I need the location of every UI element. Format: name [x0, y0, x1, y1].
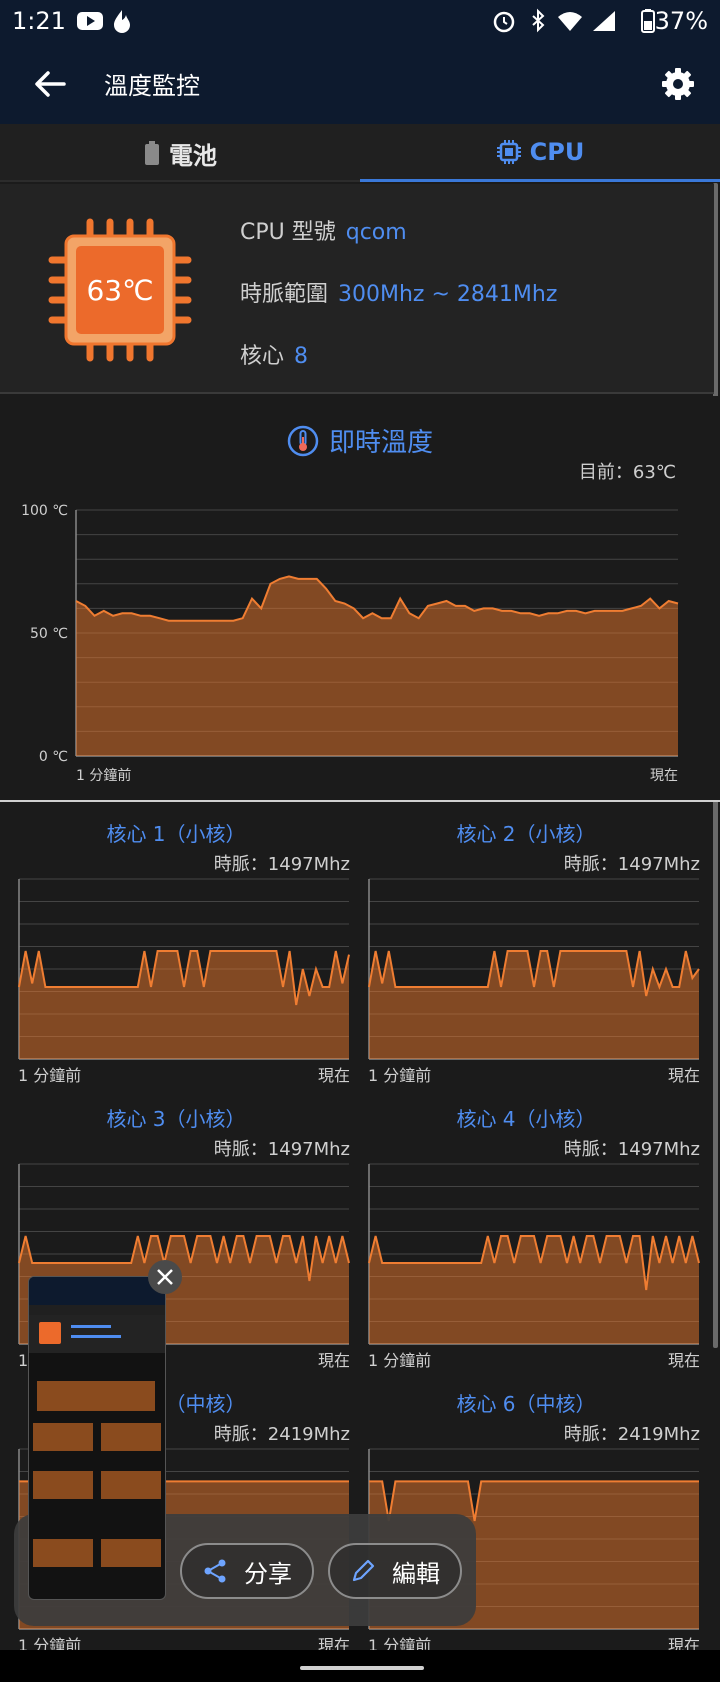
- home-gesture-handle[interactable]: [300, 1666, 424, 1670]
- core-frequency: 時脈：1497Mhz: [563, 1139, 700, 1160]
- clock-range-row: 時脈範圍 300Mhz ~ 2841Mhz: [240, 276, 557, 308]
- battery-percentage: 37%: [654, 7, 708, 35]
- page-title: 溫度監控: [104, 72, 200, 100]
- core-card-1: 核心 1（小核） 時脈：1497Mhz 1 分鐘前 現在: [0, 804, 352, 1088]
- core-1-chart-area: [19, 951, 349, 1059]
- chip-icon: [496, 139, 521, 164]
- core-frequency: 時脈：2419Mhz: [563, 1424, 700, 1445]
- cores-row: 核心 8: [240, 338, 308, 370]
- flame-icon: [114, 10, 130, 33]
- cpu-info-card: 63℃ CPU 型號 qcom 時脈範圍 300Mhz ~ 2841Mhz 核心 8: [0, 184, 714, 394]
- core-card-4: 核心 4（小核） 時脈：1497Mhz 1 分鐘前 現在: [350, 1089, 702, 1373]
- core-x-label-end: 現在: [667, 1066, 700, 1085]
- core-chart: [368, 878, 700, 1060]
- share-icon: [204, 1559, 226, 1583]
- cores-value: 8: [294, 344, 309, 369]
- realtime-title: 即時溫度: [0, 422, 720, 459]
- x-label-end: 現在: [650, 768, 678, 784]
- core-chart: [368, 1163, 700, 1345]
- realtime-chart-area: [76, 576, 678, 756]
- youtube-icon: [77, 12, 103, 30]
- cpu-model-label: CPU 型號: [240, 220, 336, 245]
- navigation-bar: [0, 1650, 720, 1682]
- core-x-label-start: 1 分鐘前: [18, 1066, 82, 1085]
- battery-icon: [145, 141, 159, 165]
- status-bar: 1:21 37%: [0, 0, 720, 44]
- core-frequency: 時脈：1497Mhz: [213, 854, 350, 875]
- close-screenshot-button[interactable]: [148, 1260, 182, 1294]
- core-frequency: 時脈：2419Mhz: [213, 1424, 350, 1445]
- core-x-label-end: 現在: [317, 1066, 350, 1085]
- core-card-2: 核心 2（小核） 時脈：1497Mhz 1 分鐘前 現在: [350, 804, 702, 1088]
- thermometer-icon: [287, 425, 319, 456]
- core-4-chart-area: [369, 1236, 699, 1344]
- cpu-temperature: 63℃: [86, 273, 154, 307]
- core-chart: [18, 878, 350, 1060]
- pencil-icon: [352, 1559, 375, 1582]
- current-temperature: 目前：63℃: [578, 462, 676, 483]
- core-title: 核心 4（小核）: [456, 1107, 596, 1131]
- status-time: 1:21: [12, 7, 66, 35]
- cores-label: 核心: [240, 344, 285, 369]
- realtime-temperature-chart: 100 ℃ 50 ℃ 0 ℃ 1 分鐘前 現在: [21, 503, 679, 784]
- core-frequency: 時脈：1497Mhz: [213, 1139, 350, 1160]
- realtime-title-text: 即時溫度: [328, 428, 433, 458]
- back-arrow-icon[interactable]: [28, 62, 72, 106]
- realtime-temperature-section: 即時溫度 目前：63℃ 100 ℃ 50 ℃ 0 ℃ 1 分鐘前 現在: [0, 396, 720, 802]
- alarm-icon: [493, 11, 515, 33]
- core-x-label-start: 1 分鐘前: [368, 1351, 432, 1370]
- share-label: 分享: [244, 1559, 292, 1588]
- screenshot-thumbnail[interactable]: [28, 1276, 166, 1600]
- edit-button[interactable]: 編輯: [328, 1543, 462, 1599]
- core-title: 核心 2（小核）: [456, 822, 596, 846]
- core-x-label-start: 1 分鐘前: [368, 1066, 432, 1085]
- clock-range-label: 時脈範圍: [240, 282, 329, 307]
- tab-cpu[interactable]: CPU: [360, 124, 720, 182]
- core-frequency: 時脈：1497Mhz: [563, 854, 700, 875]
- core-title: 核心 1（小核）: [106, 822, 246, 846]
- core-x-label-end: 現在: [667, 1351, 700, 1370]
- y-tick-label: 100 ℃: [21, 503, 68, 519]
- tab-bar: 電池 CPU: [0, 124, 720, 182]
- clock-range-value: 300Mhz ~ 2841Mhz: [338, 282, 558, 307]
- cpu-model-row: CPU 型號 qcom: [240, 214, 407, 246]
- core-x-label-end: 現在: [317, 1351, 350, 1370]
- signal-icon: [593, 11, 615, 31]
- y-tick-label: 0 ℃: [39, 749, 68, 765]
- edit-label: 編輯: [392, 1559, 440, 1588]
- tab-battery-label: 電池: [169, 141, 217, 170]
- screenshot-preview-image: [29, 1277, 165, 1567]
- tab-cpu-label: CPU: [529, 137, 585, 166]
- core-title: 核心 6（中核）: [456, 1392, 596, 1416]
- cpu-model-value: qcom: [345, 220, 407, 245]
- y-tick-label: 50 ℃: [30, 626, 68, 642]
- share-button[interactable]: 分享: [180, 1543, 314, 1599]
- core-2-chart-area: [369, 951, 699, 1059]
- x-label-start: 1 分鐘前: [76, 767, 131, 784]
- core-title: 核心 3（小核）: [106, 1107, 246, 1131]
- wifi-icon: [558, 12, 582, 31]
- close-icon: [157, 1269, 173, 1285]
- app-bar: 溫度監控: [0, 44, 720, 124]
- tab-battery[interactable]: 電池: [0, 124, 360, 182]
- gear-icon[interactable]: [656, 62, 700, 106]
- bluetooth-icon: [532, 8, 545, 33]
